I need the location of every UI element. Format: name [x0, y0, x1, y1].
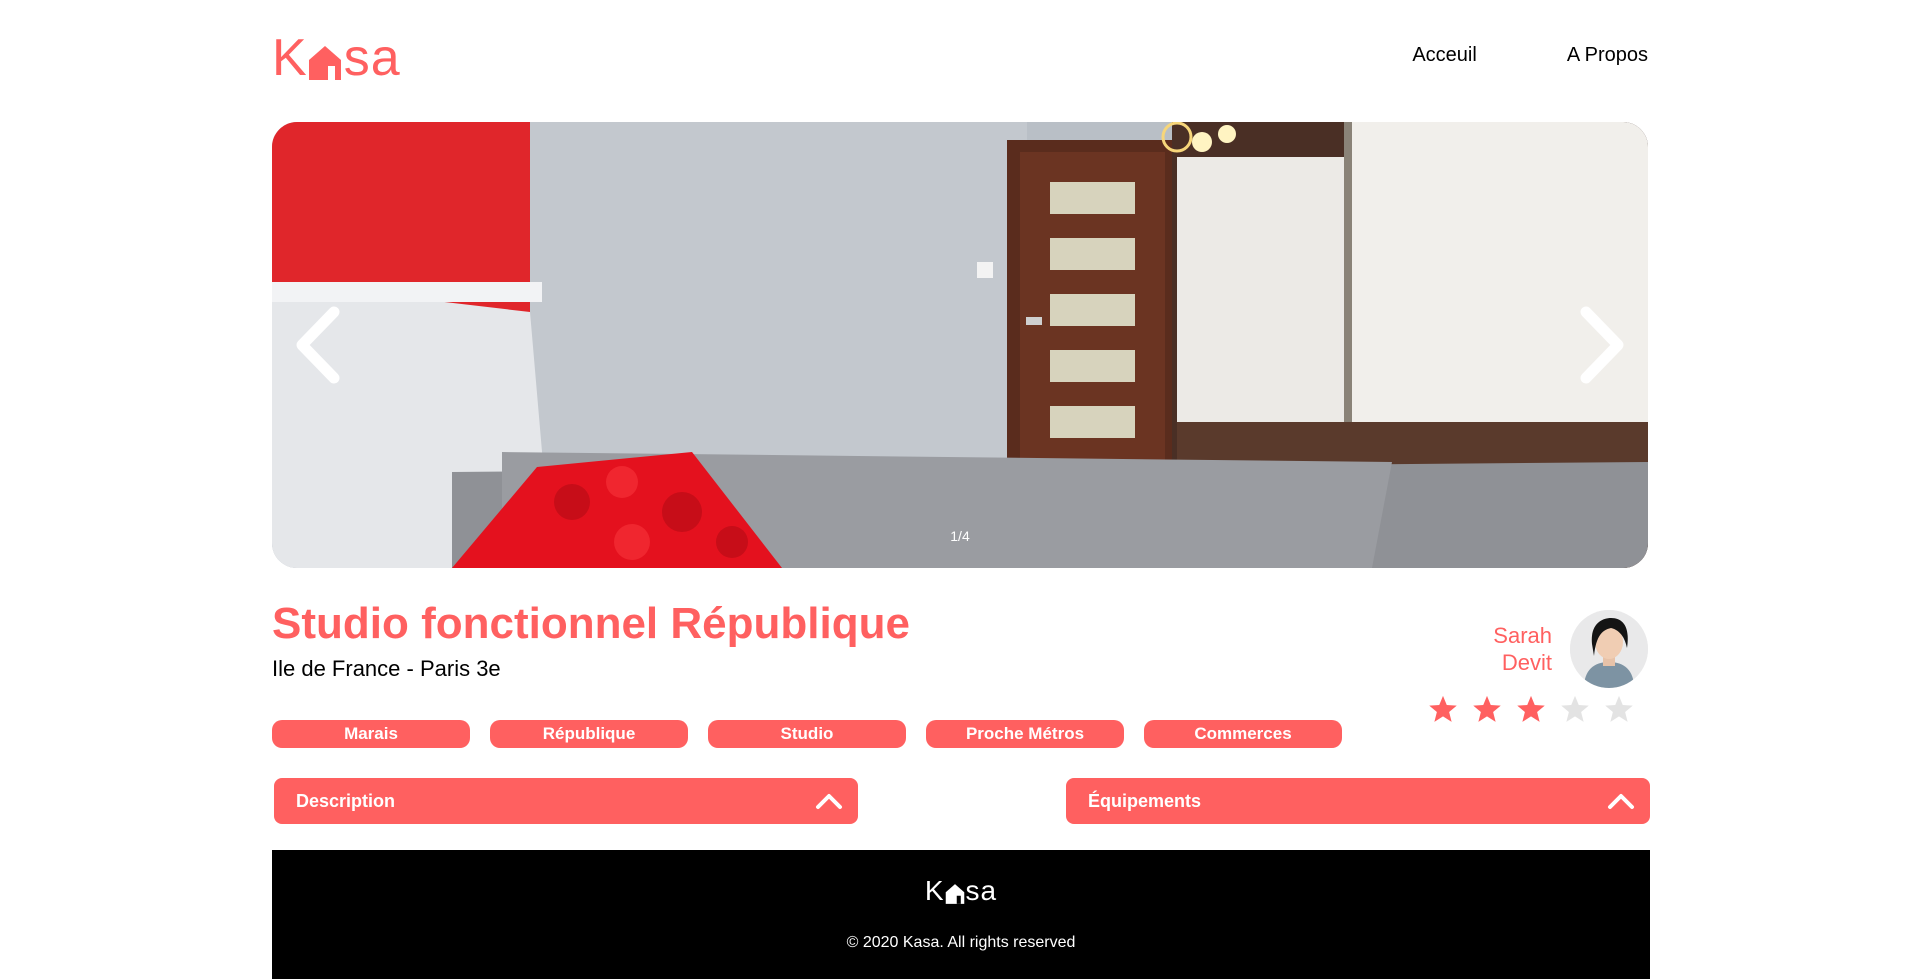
tag: Commerces — [1144, 720, 1342, 748]
star-icon — [1473, 695, 1501, 722]
copyright-text: © 2020 Kasa. All rights reserved — [846, 934, 1076, 951]
kasa-logo[interactable]: K sa — [272, 30, 401, 86]
tag: République — [490, 720, 688, 748]
tag: Proche Métros — [926, 720, 1124, 748]
star-icon — [1517, 695, 1545, 722]
star-icon — [1561, 695, 1589, 722]
listing-location: Ile de France - Paris 3e — [272, 656, 501, 681]
carousel-counter: 1/4 — [950, 528, 970, 544]
description-collapse[interactable]: Description — [274, 778, 858, 824]
avatar-image — [1570, 610, 1648, 688]
tag: Studio — [708, 720, 906, 748]
equipment-collapse[interactable]: Équipements — [1066, 778, 1650, 824]
star-icon — [1605, 695, 1633, 722]
host-name: Sarah Devit — [1493, 622, 1552, 676]
tag: Marais — [272, 720, 470, 748]
nav-home-link[interactable]: Acceuil — [1412, 44, 1476, 67]
logo-letters-sa: sa — [343, 29, 401, 87]
logo-letter-k: K — [272, 29, 308, 87]
photo-carousel: 1/4 — [272, 122, 1648, 568]
house-icon — [945, 884, 964, 904]
star-icon — [1429, 695, 1457, 722]
chevron-up-icon[interactable] — [1606, 791, 1636, 811]
nav-about-link[interactable]: A Propos — [1567, 44, 1648, 67]
house-icon — [308, 46, 341, 80]
chevron-up-icon[interactable] — [814, 791, 844, 811]
chevron-right-icon[interactable] — [1548, 292, 1644, 398]
footer-logo: K sa — [272, 874, 1650, 908]
page: K sa Acceuil A Propos 1/4 Studio fonctio… — [0, 0, 1920, 979]
host-info: Sarah Devit — [1493, 610, 1648, 688]
footer: K sa © 2020 Kasa. All rights reserved — [272, 850, 1650, 979]
equipment-label: Équipements — [1088, 790, 1202, 811]
listing-title: Studio fonctionnel République — [272, 599, 910, 648]
tag-list: Marais République Studio Proche Métros C… — [272, 720, 1342, 748]
description-label: Description — [296, 790, 396, 811]
footer-logo-letters-sa: sa — [965, 875, 998, 906]
host-last-name: Devit — [1501, 650, 1552, 675]
rating-stars — [1428, 694, 1634, 724]
footer-logo-letter-k: K — [924, 875, 945, 906]
header: K sa Acceuil A Propos — [272, 30, 1648, 94]
main-nav: Acceuil A Propos — [1412, 44, 1648, 67]
apartment-photo — [272, 122, 1648, 568]
host-avatar — [1570, 610, 1648, 688]
host-first-name: Sarah — [1493, 623, 1552, 648]
chevron-left-icon[interactable] — [276, 292, 372, 398]
